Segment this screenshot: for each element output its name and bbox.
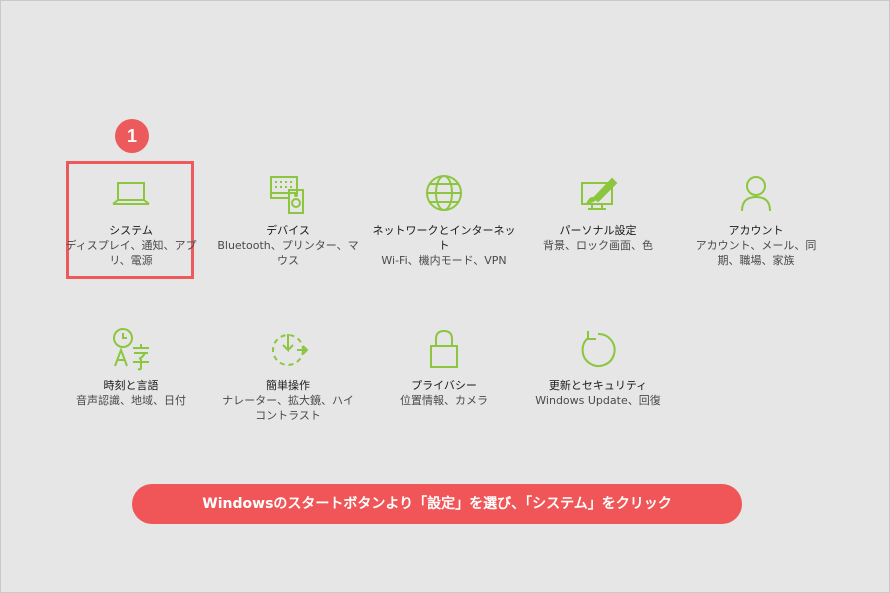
tile-personalization[interactable]: パーソナル設定 背景、ロック画面、色 — [523, 171, 673, 253]
tile-accounts[interactable]: アカウント アカウント、メール、同期、職場、家族 — [681, 171, 831, 268]
tile-label: 簡単操作 — [266, 379, 310, 392]
tile-system[interactable]: システム ディスプレイ、通知、アプリ、電源 — [56, 171, 206, 268]
tile-description: Windows Update、回復 — [535, 394, 661, 407]
step-number-badge: 1 — [115, 119, 149, 153]
tile-description: 位置情報、カメラ — [400, 394, 488, 407]
devices-icon — [264, 171, 312, 219]
tile-label: ネットワークとインターネット — [372, 224, 516, 252]
update-icon — [574, 326, 622, 374]
tile-label: アカウント — [728, 224, 784, 237]
laptop-icon — [107, 171, 155, 219]
tile-label: システム — [109, 224, 153, 237]
tile-description: アカウント、メール、同期、職場、家族 — [695, 239, 817, 267]
time-language-icon — [107, 326, 155, 374]
tile-label: 更新とセキュリティ — [548, 379, 648, 392]
tile-description: Wi-Fi、機内モード、VPN — [381, 254, 507, 267]
ease-of-access-icon — [264, 326, 312, 374]
tile-ease-of-access[interactable]: 簡単操作 ナレーター、拡大鏡、ハイコントラスト — [213, 326, 363, 423]
personalization-icon — [574, 171, 622, 219]
tile-description: ディスプレイ、通知、アプリ、電源 — [65, 239, 197, 267]
instruction-banner: Windowsのスタートボタンより「設定」を選び、「システム」をクリック — [132, 484, 742, 524]
lock-icon — [420, 326, 468, 374]
tile-description: ナレーター、拡大鏡、ハイコントラスト — [222, 394, 354, 422]
tile-time-language[interactable]: 時刻と言語 音声認識、地域、日付 — [56, 326, 206, 408]
person-icon — [732, 171, 780, 219]
tile-label: パーソナル設定 — [559, 224, 637, 237]
tile-label: 時刻と言語 — [103, 379, 159, 392]
settings-screen: 1 システム ディスプレイ、通知、アプリ、電源 デバイス Bluetooth、プ… — [0, 0, 890, 593]
tile-privacy[interactable]: プライバシー 位置情報、カメラ — [369, 326, 519, 408]
tile-description: Bluetooth、プリンター、マウス — [217, 239, 359, 267]
tile-devices[interactable]: デバイス Bluetooth、プリンター、マウス — [213, 171, 363, 268]
tile-network[interactable]: ネットワークとインターネット Wi-Fi、機内モード、VPN — [369, 171, 519, 268]
tile-description: 音声認識、地域、日付 — [76, 394, 186, 407]
tile-description: 背景、ロック画面、色 — [543, 239, 653, 252]
tile-label: プライバシー — [411, 379, 477, 392]
tile-label: デバイス — [266, 224, 310, 237]
globe-icon — [420, 171, 468, 219]
tile-update-security[interactable]: 更新とセキュリティ Windows Update、回復 — [523, 326, 673, 408]
